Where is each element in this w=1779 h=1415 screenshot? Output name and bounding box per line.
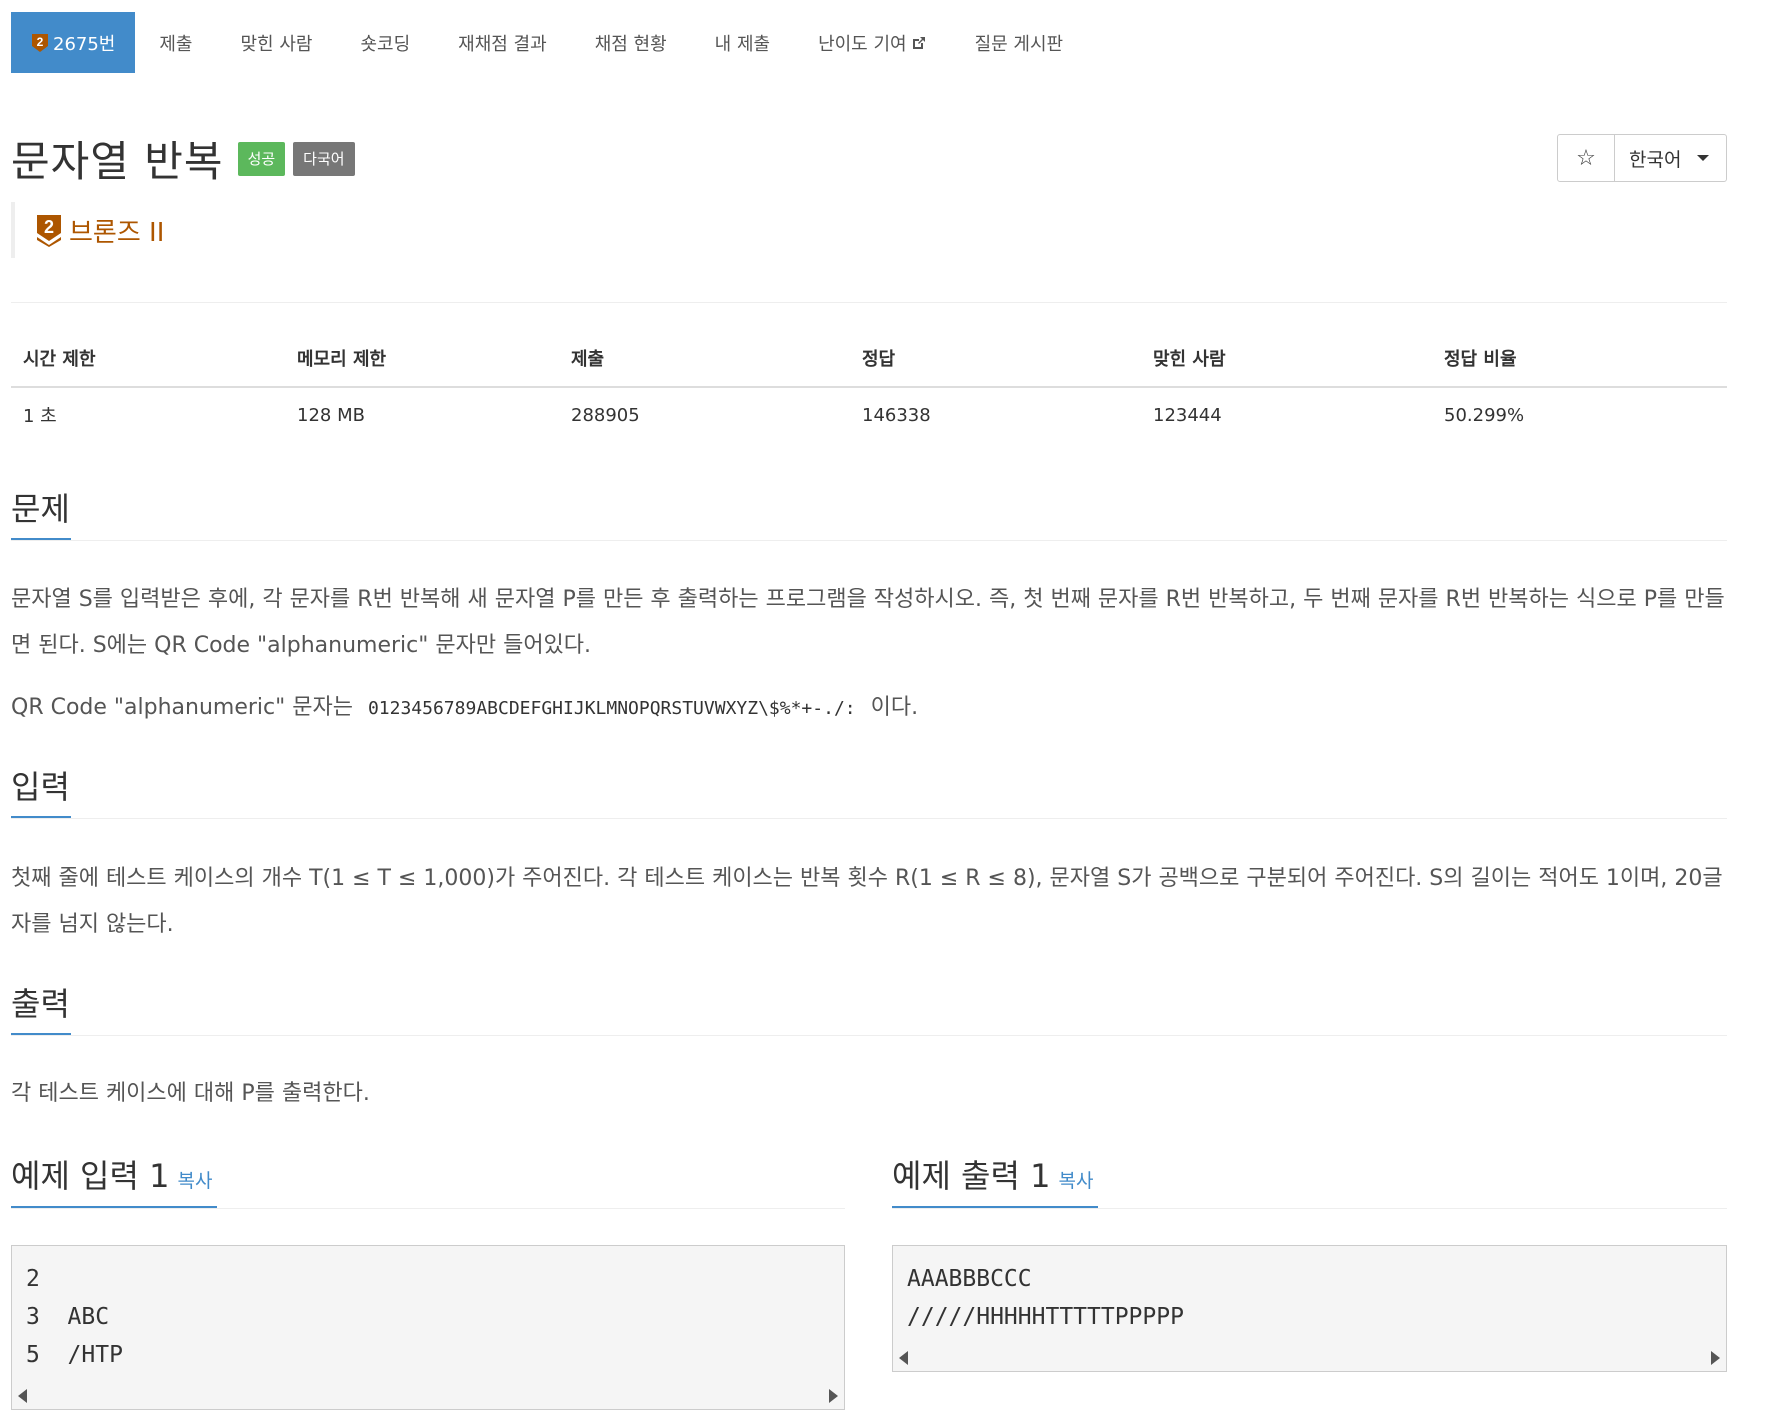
output-paragraph: 각 테스트 케이스에 대해 P를 출력한다. <box>11 1081 370 1106</box>
copy-input-button[interactable]: 복사 <box>177 1170 212 1192</box>
tier-label[interactable]: 브론즈 II <box>69 212 164 249</box>
sample-output-box[interactable]: AAABBBCCC /////HHHHHTTTTTPPPPP <box>892 1245 1727 1372</box>
sample-input-box[interactable]: 2 3 ABC 5 /HTP <box>11 1245 845 1410</box>
nav-label: 2675번 <box>53 33 116 55</box>
language-dropdown[interactable]: 한국어 <box>1615 135 1726 181</box>
nav-difficulty-contribution[interactable]: 난이도 기여 <box>794 12 951 73</box>
table-row: 1 초 128 MB 288905 146338 123444 50.299% <box>11 387 1727 442</box>
scroll-left-icon[interactable] <box>18 1389 27 1403</box>
nav-problem-number[interactable]: 2 2675번 <box>11 12 136 73</box>
memory-limit-value: 128 MB <box>297 404 365 426</box>
caret-down-icon <box>1697 155 1710 161</box>
solved-users-value: 123444 <box>1153 404 1222 426</box>
section-divider <box>11 1208 845 1209</box>
section-title-description: 문제 <box>11 490 70 528</box>
nav-my-submissions[interactable]: 내 제출 <box>691 12 794 73</box>
section-divider <box>892 1208 1727 1209</box>
sample-input-title: 예제 입력 1 복사 <box>11 1151 212 1197</box>
header-memory-limit: 메모리 제한 <box>285 330 559 388</box>
horizontal-scrollbar[interactable] <box>893 1347 1726 1371</box>
tier-badge-number: 2 <box>44 217 54 237</box>
multilang-badge: 다국어 <box>293 141 355 176</box>
nav-judge-status[interactable]: 채점 현황 <box>571 12 691 73</box>
accept-ratio-value: 50.299% <box>1444 404 1525 426</box>
nav-submit[interactable]: 제출 <box>135 12 216 73</box>
header-submissions: 제출 <box>559 330 850 388</box>
alphanumeric-charset: 0123456789ABCDEFGHIJKLMNOPQRSTUVWXYZ\$%*… <box>367 698 856 719</box>
tier-block: 2 브론즈 II <box>11 202 164 258</box>
language-label: 한국어 <box>1629 148 1682 171</box>
problem-title: 문자열 반복 <box>11 137 224 186</box>
section-divider <box>11 818 1727 819</box>
scroll-right-icon[interactable] <box>829 1389 838 1403</box>
favorite-button[interactable]: ☆ <box>1558 135 1615 181</box>
copy-output-button[interactable]: 복사 <box>1058 1170 1093 1192</box>
submissions-value: 288905 <box>571 404 640 426</box>
alphanumeric-suffix: 이다. <box>870 695 919 720</box>
sample-output-title: 예제 출력 1 복사 <box>892 1151 1093 1197</box>
description-paragraph: 문자열 S를 입력받은 후에, 각 문자를 R번 반복해 새 문자열 P를 만든… <box>11 587 1725 658</box>
divider <box>11 302 1727 303</box>
section-divider <box>11 540 1727 541</box>
nav-rejudge-results[interactable]: 재채점 결과 <box>434 12 571 73</box>
nav-question-board[interactable]: 질문 게시판 <box>951 12 1088 73</box>
alphanumeric-prefix: QR Code "alphanumeric" 문자는 <box>11 695 353 720</box>
nav-solved-users[interactable]: 맞힌 사람 <box>217 12 337 73</box>
header-time-limit: 시간 제한 <box>11 330 285 388</box>
table-header-row: 시간 제한 메모리 제한 제출 정답 맞힌 사람 정답 비율 <box>11 330 1727 388</box>
scroll-left-icon[interactable] <box>899 1351 908 1365</box>
star-icon: ☆ <box>1576 145 1596 171</box>
time-limit-value: 1 초 <box>23 406 57 427</box>
external-link-icon <box>912 36 925 49</box>
problem-page: 2 2675번 제출 맞힌 사람 숏코딩 재채점 결과 채점 현황 내 제출 난… <box>0 0 1779 1415</box>
scroll-right-icon[interactable] <box>1711 1351 1720 1365</box>
nav-label: 난이도 기여 <box>818 33 907 55</box>
sample-output-title-text: 예제 출력 1 <box>892 1157 1051 1195</box>
section-divider <box>11 1035 1727 1036</box>
header-accepted: 정답 <box>850 330 1141 388</box>
bronze-tier-icon: 2 <box>35 213 63 247</box>
header-accept-ratio: 정답 비율 <box>1432 330 1727 388</box>
status-badge: 성공 <box>237 141 286 176</box>
header-solved-users: 맞힌 사람 <box>1141 330 1432 388</box>
sample-output-code: AAABBBCCC /////HHHHHTTTTTPPPPP <box>907 1266 1184 1330</box>
input-paragraph: 첫째 줄에 테스트 케이스의 개수 T(1 ≤ T ≤ 1,000)가 주어진다… <box>11 866 1723 937</box>
alphanumeric-paragraph: QR Code "alphanumeric" 문자는 0123456789ABC… <box>11 685 1727 732</box>
accepted-value: 146338 <box>862 404 931 426</box>
section-title-input: 입력 <box>11 768 70 806</box>
title-tools: ☆ 한국어 <box>1557 134 1727 182</box>
horizontal-scrollbar[interactable] <box>12 1385 844 1409</box>
sample-input-code: 2 3 ABC 5 /HTP <box>26 1266 123 1368</box>
bronze-tier-icon: 2 <box>31 33 49 53</box>
section-title-output: 출력 <box>11 985 70 1023</box>
problem-menu: 2 2675번 제출 맞힌 사람 숏코딩 재채점 결과 채점 현황 내 제출 난… <box>11 12 1087 73</box>
nav-short-coding[interactable]: 숏코딩 <box>336 12 434 73</box>
title-row: 문자열 반복 성공 다국어 <box>11 128 355 189</box>
nav-badge-number: 2 <box>37 35 44 49</box>
problem-info-table: 시간 제한 메모리 제한 제출 정답 맞힌 사람 정답 비율 1 초 128 M… <box>11 330 1727 442</box>
sample-input-title-text: 예제 입력 1 <box>11 1157 170 1195</box>
